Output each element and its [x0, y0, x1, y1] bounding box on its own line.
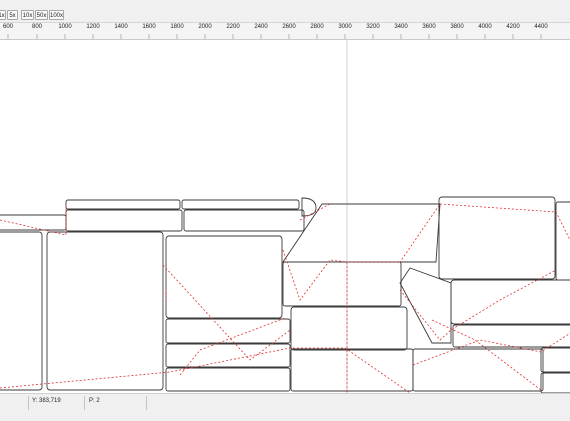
- part-outline[interactable]: [282, 203, 441, 263]
- horizontal-ruler: 600 800 1000 1200 1400 1600 1800 2000 22…: [0, 23, 570, 40]
- part-outline[interactable]: [290, 306, 408, 351]
- status-divider: [28, 396, 29, 410]
- part-outline[interactable]: [540, 347, 570, 373]
- part-outline[interactable]: [183, 209, 305, 232]
- part-outline[interactable]: [0, 231, 43, 391]
- part-outline[interactable]: [165, 235, 283, 319]
- zoom-10x-button[interactable]: 10x: [21, 10, 34, 20]
- part-outline[interactable]: [46, 231, 164, 391]
- zoom-5x-button[interactable]: 5x: [7, 10, 18, 20]
- zoom-toolbar: 1x 5x 10x 50x 100x: [0, 0, 570, 23]
- part-outline[interactable]: [438, 196, 556, 280]
- part-outline[interactable]: [290, 348, 414, 392]
- status-bar: Y: 383,719 P: 2: [0, 393, 570, 421]
- part-outline[interactable]: [555, 201, 570, 281]
- status-divider: [84, 396, 85, 410]
- part-outline[interactable]: [450, 279, 570, 325]
- nesting-drawing: [0, 40, 570, 393]
- part-outline[interactable]: [540, 372, 570, 393]
- part-outline[interactable]: [412, 348, 544, 392]
- ruler-ticks: [7, 34, 542, 39]
- part-outline[interactable]: [165, 343, 291, 368]
- part-outline[interactable]: [65, 209, 183, 232]
- part-outline[interactable]: [165, 367, 291, 392]
- zoom-1x-button[interactable]: 1x: [0, 10, 6, 20]
- status-divider: [146, 396, 147, 410]
- status-page: P: 2: [89, 398, 100, 404]
- status-y-coordinate: Y: 383,719: [32, 398, 61, 404]
- part-outline[interactable]: [65, 199, 181, 210]
- part-outline[interactable]: [181, 199, 300, 210]
- zoom-100x-button[interactable]: 100x: [49, 10, 64, 20]
- nesting-canvas[interactable]: [0, 40, 570, 393]
- zoom-50x-button[interactable]: 50x: [35, 10, 48, 20]
